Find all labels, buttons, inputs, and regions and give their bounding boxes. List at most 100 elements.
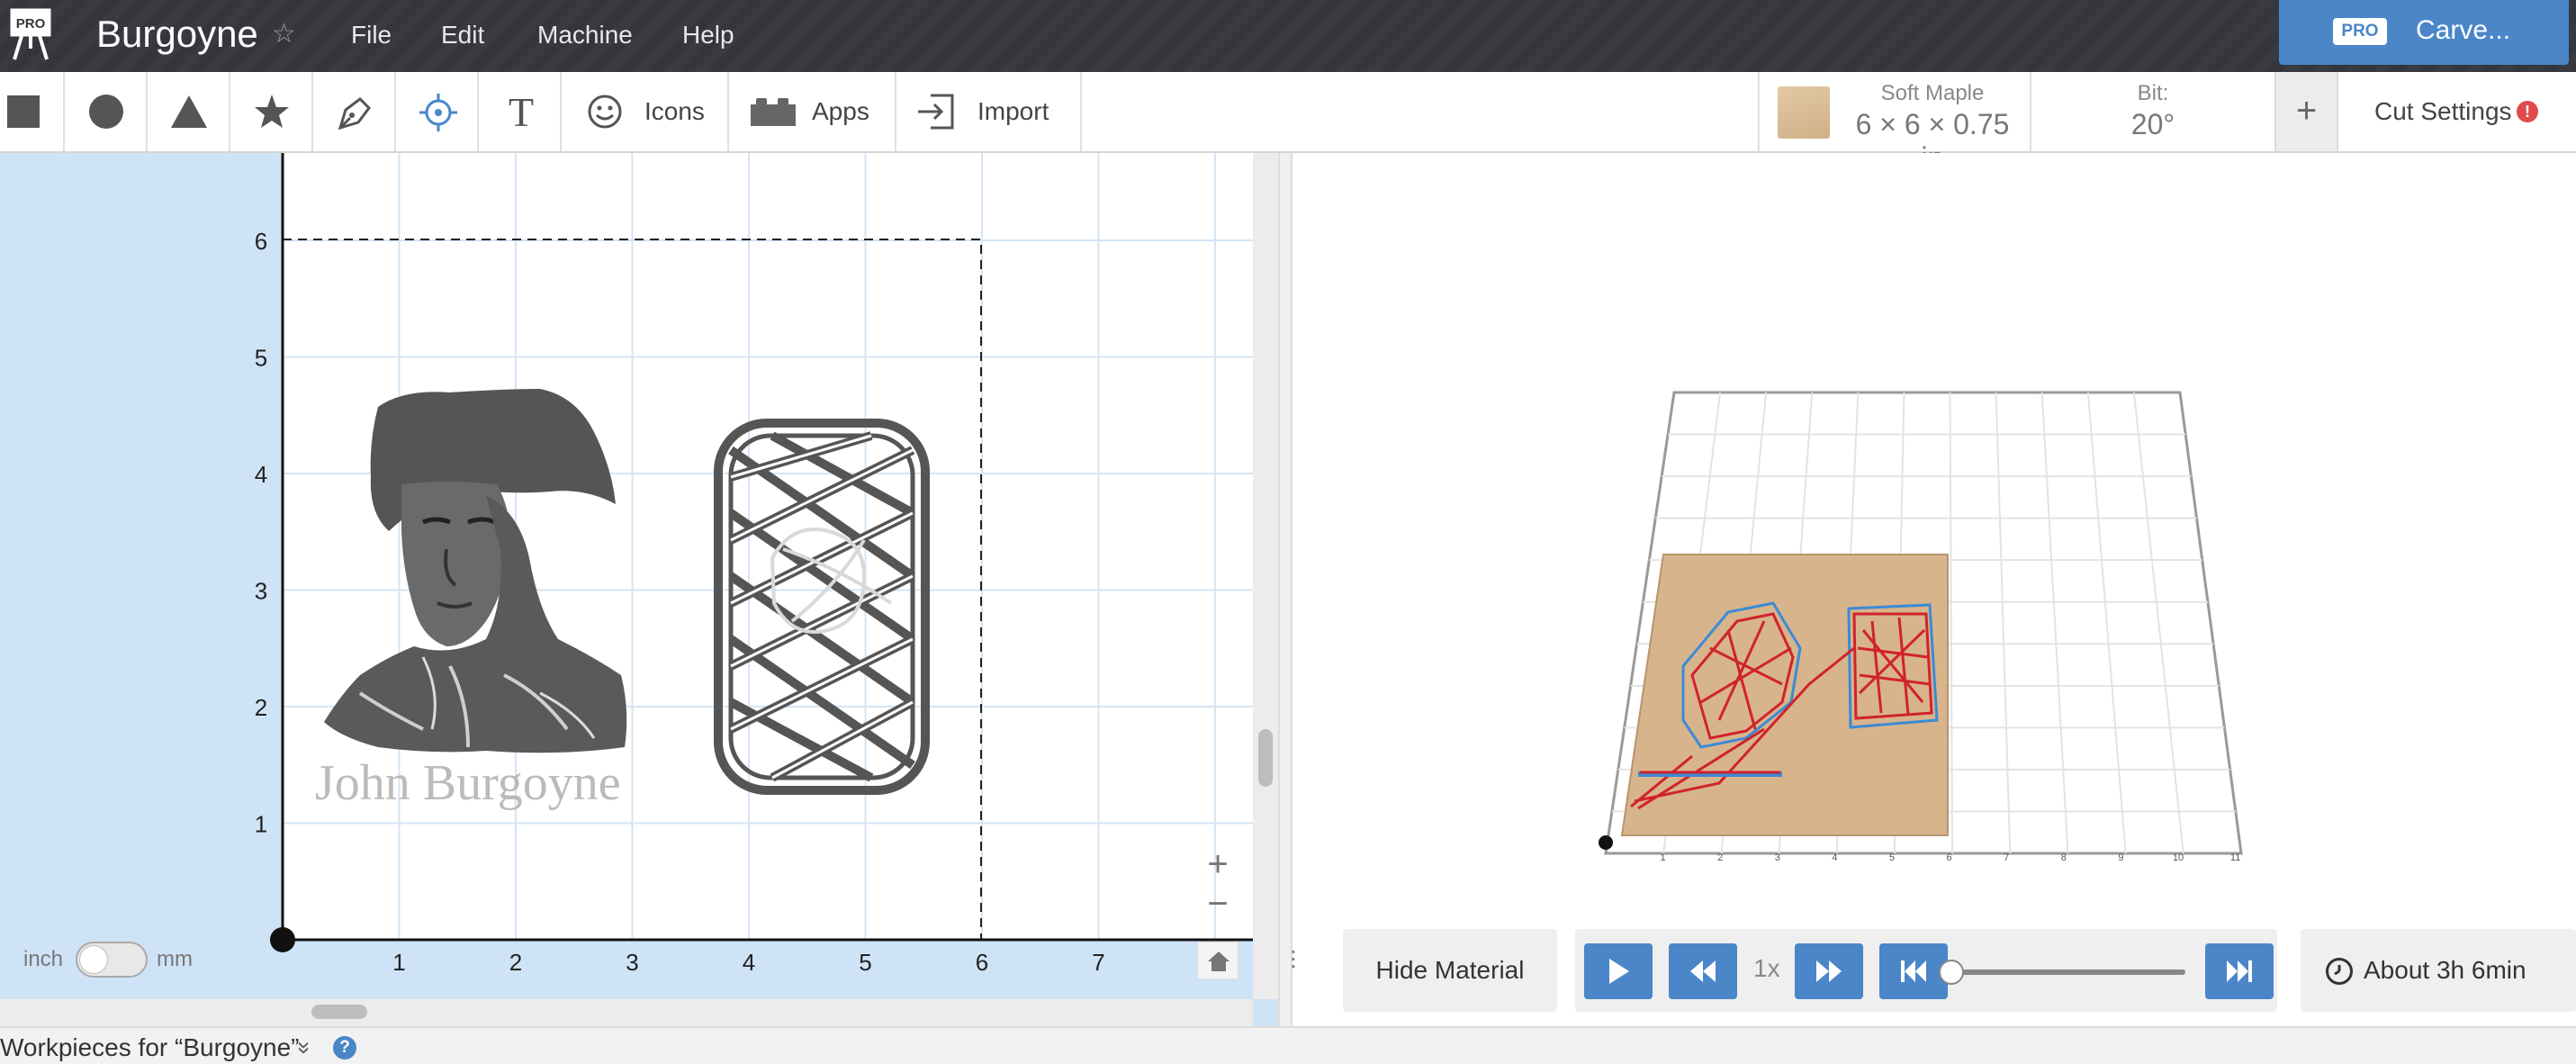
square-tool-button[interactable] bbox=[0, 72, 65, 151]
rewind-button[interactable] bbox=[1669, 943, 1737, 999]
splitter-handle-icon: ⋮ bbox=[1283, 947, 1304, 971]
import-button[interactable]: Import bbox=[896, 72, 1082, 151]
preview-x-label: 10 bbox=[2173, 852, 2184, 863]
3d-preview[interactable]: 1 2 3 4 5 6 7 8 9 10 11 bbox=[1584, 378, 2268, 864]
apps-button[interactable]: Apps bbox=[729, 72, 896, 151]
fast-forward-icon bbox=[1816, 960, 1842, 982]
triangle-icon bbox=[171, 95, 207, 128]
menu-edit[interactable]: Edit bbox=[441, 18, 484, 52]
preview-x-label: 3 bbox=[1775, 852, 1780, 863]
circle-icon bbox=[89, 95, 123, 129]
home-icon bbox=[1208, 951, 1229, 971]
skip-end-icon bbox=[2227, 960, 2252, 982]
warning-icon: ! bbox=[2517, 101, 2538, 122]
horizontal-scrollbar-track[interactable] bbox=[0, 999, 1253, 1026]
progress-slider-knob[interactable] bbox=[1939, 960, 1964, 985]
preview-x-label: 4 bbox=[1832, 852, 1837, 863]
preview-x-label: 5 bbox=[1889, 852, 1895, 863]
preview-x-label: 6 bbox=[1947, 852, 1952, 863]
bit-selector[interactable]: Bit: 20° bbox=[2031, 72, 2274, 151]
lego-brick-icon bbox=[751, 98, 796, 126]
text-workpiece[interactable]: John Burgoyne bbox=[315, 755, 621, 811]
playback-speed[interactable]: 1x bbox=[1753, 954, 1780, 983]
pro-logo-text: PRO bbox=[16, 16, 46, 32]
origin-marker bbox=[270, 927, 295, 952]
easel-pro-logo: PRO bbox=[9, 7, 52, 61]
progress-slider-track[interactable] bbox=[1950, 969, 2185, 975]
square-icon bbox=[7, 95, 40, 128]
unit-switch[interactable] bbox=[76, 942, 148, 978]
toolbar: T Icons Apps Import Soft Maple 6 × 6 × 0… bbox=[0, 72, 2576, 174]
expand-chevron-icon[interactable]: » bbox=[292, 1032, 319, 1064]
preview-x-label: 1 bbox=[1661, 852, 1666, 863]
triangle-tool-button[interactable] bbox=[148, 72, 230, 151]
x-tick-label: 6 bbox=[976, 949, 988, 976]
y-tick-label: 2 bbox=[255, 694, 267, 721]
add-bit-button[interactable]: + bbox=[2274, 72, 2338, 151]
material-swatch bbox=[1778, 86, 1830, 139]
smiley-icon bbox=[588, 95, 622, 129]
star-icon[interactable]: ☆ bbox=[272, 16, 296, 52]
y-tick-label: 5 bbox=[255, 345, 267, 372]
star-shape-icon bbox=[255, 95, 289, 128]
playback-bar: 1x bbox=[1575, 929, 2277, 1012]
horizontal-scrollbar-thumb[interactable] bbox=[311, 1005, 367, 1019]
icons-button[interactable]: Icons bbox=[562, 72, 729, 151]
zoom-in-button[interactable]: + bbox=[1197, 846, 1238, 884]
rewind-icon bbox=[1690, 960, 1716, 982]
pane-splitter[interactable] bbox=[1278, 153, 1293, 1026]
circle-tool-button[interactable] bbox=[65, 72, 148, 151]
skip-start-icon bbox=[1901, 960, 1926, 982]
preview-x-label: 9 bbox=[2118, 852, 2123, 863]
workpieces-label[interactable]: Workpieces for “Burgoyne” bbox=[0, 1032, 300, 1064]
unit-inch-label: inch bbox=[23, 947, 64, 971]
zoom-controls: + − bbox=[1197, 846, 1238, 929]
project-title[interactable]: Burgoyne bbox=[96, 9, 258, 59]
pen-tool-button[interactable] bbox=[313, 72, 396, 151]
menu-file[interactable]: File bbox=[351, 18, 392, 52]
expand-chevron-glyph: » bbox=[292, 1041, 320, 1055]
carve-label: Carve... bbox=[2416, 15, 2511, 45]
cut-settings-label: Cut Settings bbox=[2374, 97, 2512, 125]
material-selector[interactable]: Soft Maple 6 × 6 × 0.75 in bbox=[1758, 72, 2031, 174]
time-estimate[interactable]: About 3h 6min bbox=[2301, 929, 2576, 1012]
vertical-scrollbar-track[interactable] bbox=[1253, 153, 1278, 999]
zoom-out-button[interactable]: − bbox=[1197, 886, 1238, 924]
star-tool-button[interactable] bbox=[230, 72, 313, 151]
unit-switch-knob bbox=[79, 945, 108, 974]
import-label: Import bbox=[977, 97, 1049, 125]
cut-settings-button[interactable]: Cut Settings bbox=[2338, 72, 2576, 151]
menu-help[interactable]: Help bbox=[682, 18, 734, 52]
skip-to-start-button[interactable] bbox=[1879, 943, 1948, 999]
top-bar: PRO Burgoyne ☆ File Edit Machine Help PR… bbox=[0, 0, 2576, 72]
bit-value: 20° bbox=[2130, 108, 2175, 140]
x-tick-label: 5 bbox=[859, 949, 871, 976]
preview-x-label: 8 bbox=[2061, 852, 2067, 863]
preview-origin bbox=[1599, 835, 1613, 850]
preview-x-label: 7 bbox=[2004, 852, 2009, 863]
preview-x-label: 11 bbox=[2230, 852, 2240, 863]
help-icon[interactable]: ? bbox=[333, 1036, 356, 1059]
design-canvas[interactable]: 654321 1234567 John Burgoyne + − inch mm bbox=[0, 153, 1278, 1026]
preview-x-label: 2 bbox=[1717, 852, 1723, 863]
apps-label: Apps bbox=[812, 97, 869, 125]
svg-text:T: T bbox=[509, 92, 534, 131]
unit-mm-label: mm bbox=[157, 947, 193, 971]
menu-machine[interactable]: Machine bbox=[537, 18, 633, 52]
canvas-drawing[interactable]: 654321 1234567 John Burgoyne bbox=[0, 153, 1253, 999]
material-name: Soft Maple bbox=[1880, 81, 1985, 105]
play-icon bbox=[1609, 959, 1629, 984]
text-tool-button[interactable]: T bbox=[479, 72, 562, 151]
x-tick-label: 7 bbox=[1092, 949, 1104, 976]
play-button[interactable] bbox=[1584, 943, 1653, 999]
carve-pro-badge: PRO bbox=[2333, 18, 2387, 45]
crosshair-icon bbox=[419, 94, 457, 131]
carve-button[interactable]: PRO Carve... bbox=[2279, 0, 2569, 65]
vertical-scrollbar-thumb[interactable] bbox=[1258, 729, 1273, 787]
fast-forward-button[interactable] bbox=[1795, 943, 1863, 999]
import-icon bbox=[918, 94, 954, 130]
skip-to-end-button[interactable] bbox=[2205, 943, 2274, 999]
point-tool-button[interactable] bbox=[396, 72, 479, 151]
hide-material-button[interactable]: Hide Material bbox=[1343, 929, 1557, 1012]
home-view-button[interactable] bbox=[1197, 942, 1238, 979]
